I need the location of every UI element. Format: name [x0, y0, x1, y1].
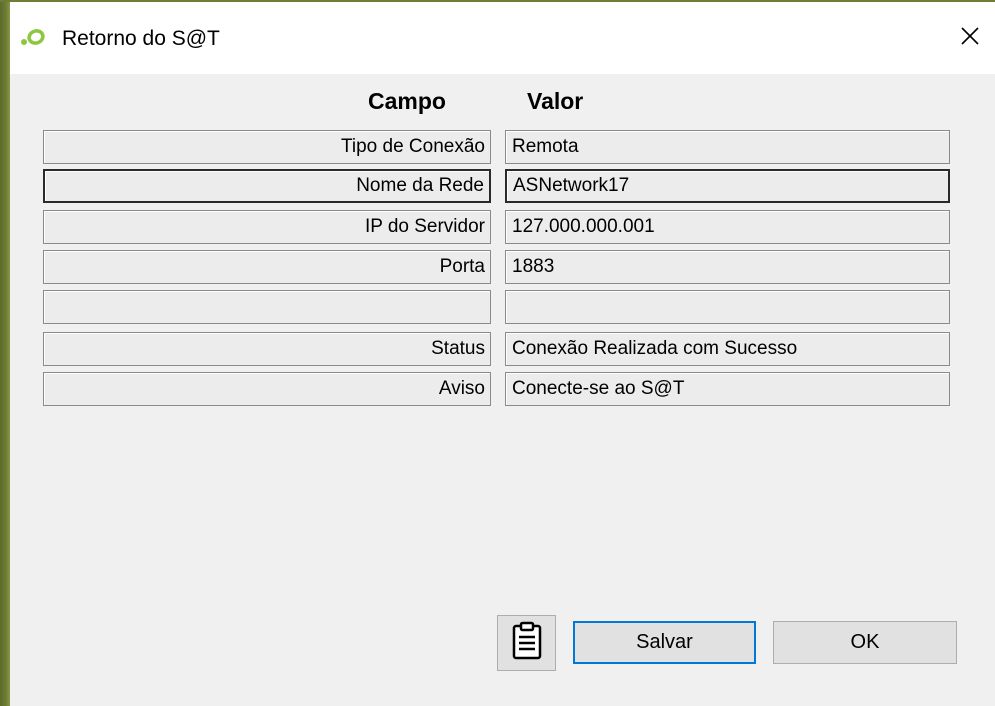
field-cell-empty[interactable]	[43, 290, 491, 324]
copy-to-clipboard-button[interactable]	[497, 615, 556, 671]
close-button[interactable]	[955, 20, 985, 56]
value-cell-status[interactable]: Conexão Realizada com Sucesso	[505, 332, 950, 366]
field-cell-notice[interactable]: Aviso	[43, 372, 491, 406]
field-cell-status[interactable]: Status	[43, 332, 491, 366]
dialog-window: Retorno do S@T Campo Valor Tipo de Conex…	[0, 0, 995, 706]
sat-logo-icon	[20, 26, 46, 48]
window-left-edge	[0, 0, 10, 706]
field-cell-port[interactable]: Porta	[43, 250, 491, 284]
value-cell-empty[interactable]	[505, 290, 950, 324]
value-cell-port[interactable]: 1883	[505, 250, 950, 284]
field-cell-network-name[interactable]: Nome da Rede	[43, 169, 491, 203]
value-cell-network-name[interactable]: ASNetwork17	[505, 169, 950, 203]
column-header-value: Valor	[527, 88, 584, 114]
value-cell-connection-type[interactable]: Remota	[505, 130, 950, 164]
field-cell-server-ip[interactable]: IP do Servidor	[43, 210, 491, 244]
clipboard-icon	[510, 621, 544, 666]
field-cell-connection-type[interactable]: Tipo de Conexão	[43, 130, 491, 164]
value-cell-notice[interactable]: Conecte-se ao S@T	[505, 372, 950, 406]
save-button[interactable]: Salvar	[573, 621, 756, 664]
ok-button[interactable]: OK	[773, 621, 957, 664]
column-header-field: Campo	[368, 88, 446, 114]
close-icon	[960, 26, 980, 51]
window-title: Retorno do S@T	[62, 27, 220, 50]
title-bar: Retorno do S@T	[10, 2, 995, 74]
value-cell-server-ip[interactable]: 127.000.000.001	[505, 210, 950, 244]
